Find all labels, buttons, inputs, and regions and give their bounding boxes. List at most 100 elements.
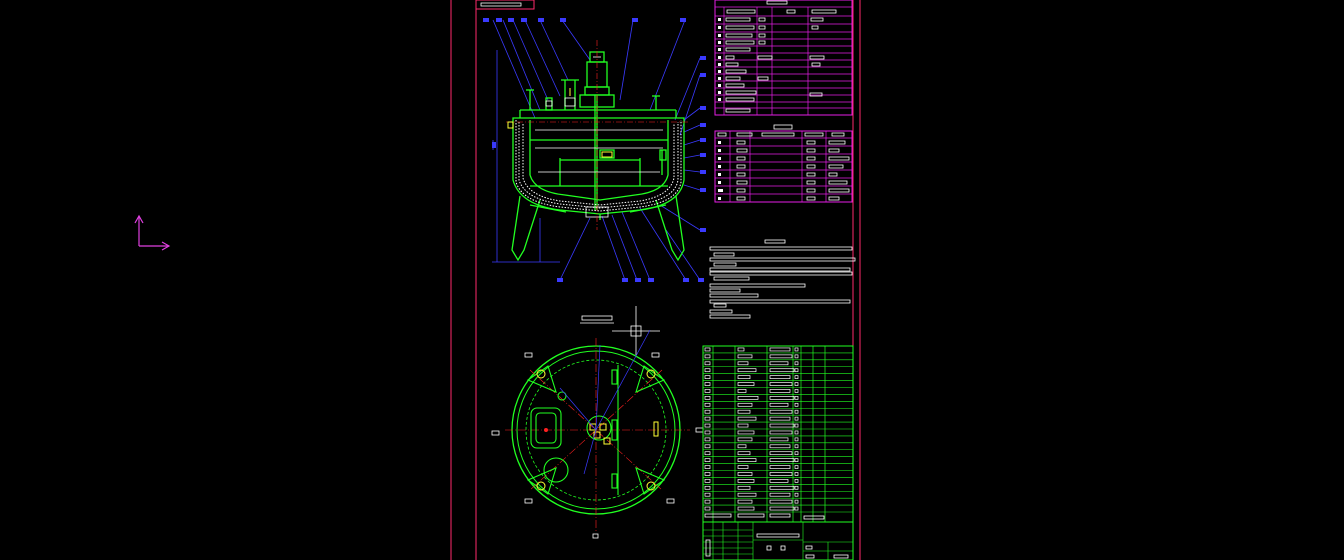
parts-cell-text xyxy=(769,409,793,414)
parts-cell-text xyxy=(737,382,755,386)
parts-cell-text xyxy=(794,347,799,352)
parts-cell-text xyxy=(737,396,759,400)
parts-cell-text xyxy=(769,416,791,421)
parts-cell-text xyxy=(704,382,711,386)
parts-cell-text xyxy=(737,492,757,497)
parts-cell-text xyxy=(794,368,799,373)
parts-cell-text xyxy=(794,382,799,386)
parts-cell-text xyxy=(794,451,799,456)
parts-cell-text xyxy=(704,437,711,442)
parts-cell-text xyxy=(704,409,711,414)
parts-cell-text xyxy=(794,479,799,483)
parts-cell-text xyxy=(769,389,791,393)
parts-cell-text xyxy=(794,444,799,449)
parts-cell-text xyxy=(769,402,789,407)
parts-cell-text xyxy=(737,451,751,456)
parts-cell-text xyxy=(704,389,711,393)
parts-cell-text xyxy=(704,458,711,462)
parts-cell-text xyxy=(769,479,789,483)
parts-cell-text xyxy=(737,375,751,379)
parts-cell-text xyxy=(704,402,711,407)
parts-cell-text xyxy=(737,416,757,421)
parts-cell-text xyxy=(769,430,793,435)
parts-cell-text xyxy=(794,416,799,421)
technical-requirements-text xyxy=(709,239,856,319)
parts-cell-text xyxy=(769,465,791,469)
parts-cell-text xyxy=(737,354,753,359)
parts-cell-text xyxy=(737,465,749,469)
parts-cell-text xyxy=(704,472,711,476)
parts-cell-text xyxy=(769,354,793,359)
parts-cell-text xyxy=(769,375,791,379)
parts-cell-text xyxy=(794,409,799,414)
parts-cell-text xyxy=(769,458,795,462)
parts-cell-text xyxy=(704,465,711,469)
parts-cell-text xyxy=(769,361,789,366)
parts-cell-text xyxy=(704,485,711,490)
parts-cell-text xyxy=(704,499,711,504)
parts-cell-text xyxy=(704,347,711,352)
parts-cell-text xyxy=(737,472,753,476)
parts-cell-text xyxy=(769,347,791,352)
parts-cell-text xyxy=(794,361,799,366)
parts-cell-text xyxy=(769,437,789,442)
parts-cell-text xyxy=(794,402,799,407)
parts-cell-text xyxy=(737,444,747,449)
parts-cell-text xyxy=(704,423,711,428)
parts-cell-text xyxy=(737,437,753,442)
parts-cell-text xyxy=(737,347,745,352)
parts-cell-text xyxy=(794,506,799,511)
parts-cell-text xyxy=(737,430,755,435)
parts-cell-text xyxy=(704,479,711,483)
parts-cell-text xyxy=(769,451,793,456)
parts-cell-text xyxy=(794,430,799,435)
ucs-axis-icon xyxy=(134,214,171,251)
parts-cell-text xyxy=(737,485,751,490)
cad-canvas[interactable] xyxy=(0,0,1344,560)
parts-cell-text xyxy=(769,472,793,476)
parts-cell-text xyxy=(704,354,711,359)
crosshair-cursor xyxy=(612,306,660,355)
parts-cell-text xyxy=(704,361,711,366)
parts-cell-text xyxy=(769,396,795,400)
parts-cell-text xyxy=(737,409,751,414)
parts-cell-text xyxy=(769,485,795,490)
parts-cell-text xyxy=(737,499,753,504)
parts-list-table xyxy=(702,345,854,523)
parts-cell-text xyxy=(769,499,793,504)
parts-cell-text xyxy=(794,472,799,476)
parts-cell-text xyxy=(704,492,711,497)
parts-cell-text xyxy=(794,465,799,469)
parts-cell-text xyxy=(737,402,753,407)
parts-cell-text xyxy=(704,396,711,400)
top-plan-view xyxy=(491,306,704,539)
parts-cell-text xyxy=(704,416,711,421)
parts-cell-text xyxy=(704,430,711,435)
parts-cell-text xyxy=(769,423,795,428)
parts-cell-text xyxy=(737,479,755,483)
parts-cell-text xyxy=(794,354,799,359)
parts-cell-text xyxy=(794,458,799,462)
parts-cell-text xyxy=(794,396,799,400)
parts-cell-text xyxy=(769,382,793,386)
parts-cell-text xyxy=(794,499,799,504)
parts-cell-text xyxy=(737,423,749,428)
title-block xyxy=(702,513,854,560)
technical-data-table xyxy=(714,124,853,203)
front-section-view xyxy=(483,18,706,282)
parts-cell-text xyxy=(704,444,711,449)
parts-cell-text xyxy=(737,361,749,366)
parts-cell-text xyxy=(737,389,747,393)
parts-cell-text xyxy=(737,458,757,462)
parts-cell-text xyxy=(704,375,711,379)
nozzle-table-top xyxy=(714,0,853,116)
parts-cell-text xyxy=(769,492,791,497)
parts-cell-text xyxy=(704,451,711,456)
parts-cell-text xyxy=(794,492,799,497)
parts-cell-text xyxy=(704,506,711,511)
parts-cell-text xyxy=(794,375,799,379)
parts-cell-text xyxy=(737,368,757,373)
parts-cell-text xyxy=(769,506,795,511)
parts-cell-text xyxy=(737,506,755,511)
parts-cell-text xyxy=(794,389,799,393)
